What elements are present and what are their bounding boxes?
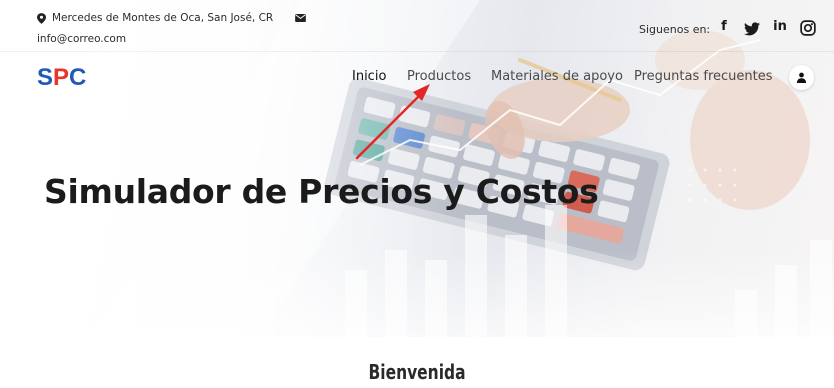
- address-line: Mercedes de Montes de Oca, San José, CR: [37, 12, 273, 24]
- twitter-icon[interactable]: [744, 21, 760, 37]
- topbar-divider: [0, 51, 834, 52]
- nav-item-productos[interactable]: Productos: [407, 69, 471, 84]
- nav-item-materiales-de-apoyo[interactable]: Materiales de apoyo: [491, 69, 623, 84]
- top-info-bar: Mercedes de Montes de Oca, San José, CR …: [0, 0, 834, 50]
- instagram-icon[interactable]: [800, 20, 816, 36]
- user-account-button[interactable]: [789, 65, 814, 90]
- envelope-icon[interactable]: [295, 14, 306, 22]
- nav-item-inicio[interactable]: Inicio: [352, 69, 386, 84]
- linkedin-icon[interactable]: in: [772, 19, 788, 35]
- facebook-icon[interactable]: f: [716, 19, 732, 35]
- map-pin-icon: [37, 12, 46, 24]
- hero-bottom-fade: [0, 250, 834, 337]
- user-icon: [796, 72, 807, 83]
- hero-title: Simulador de Precios y Costos: [44, 172, 599, 211]
- nav-item-preguntas-frecuentes[interactable]: Preguntas frecuentes: [634, 69, 773, 84]
- address-text: Mercedes de Montes de Oca, San José, CR: [52, 12, 274, 24]
- spc-logo[interactable]: SPC: [37, 64, 86, 92]
- section-title-bienvenida: Bienvenida: [368, 360, 466, 384]
- email-link[interactable]: info@correo.com: [37, 33, 126, 45]
- social-label: Siguenos en:: [639, 23, 711, 36]
